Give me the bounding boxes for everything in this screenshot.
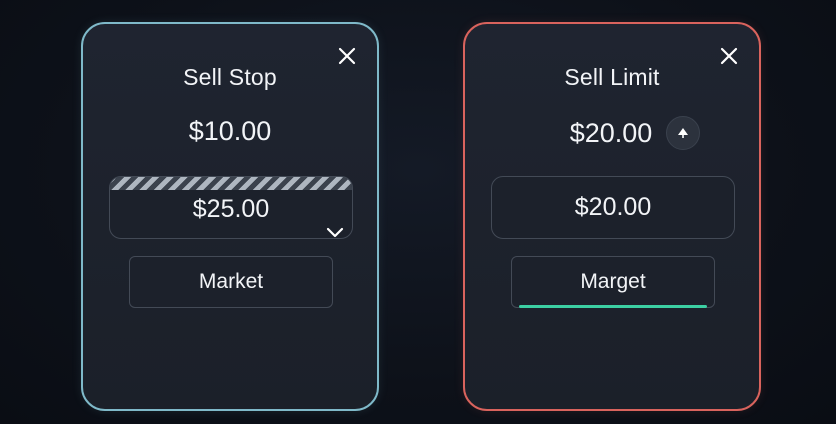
market-button-label: Market [198,270,264,293]
order-price: $20.00 [569,117,653,148]
hatched-progress-strip [110,177,352,190]
active-underline [519,305,707,308]
order-price-row: $20.00 [465,116,759,150]
chevron-down-icon[interactable] [326,216,344,238]
marget-button-label: Marget [580,270,646,293]
limit-price-input[interactable]: $20.00 [491,176,735,239]
sell-limit-card: Sell Limit $20.00 $20.00 Marget [463,22,761,411]
marget-button[interactable]: Marget [511,256,715,308]
arrow-up-icon[interactable] [666,116,701,150]
input-value: $20.00 [574,193,652,221]
market-button[interactable]: Market [129,256,333,308]
input-value: $25.00 [192,195,270,223]
sell-stop-card: Sell Stop $10.00 $25.00 Market [81,22,379,411]
stop-price-input[interactable]: $25.00 [109,176,353,239]
order-price: $10.00 [188,116,272,146]
card-title: Sell Stop [183,64,277,90]
card-title: Sell Limit [564,64,660,90]
